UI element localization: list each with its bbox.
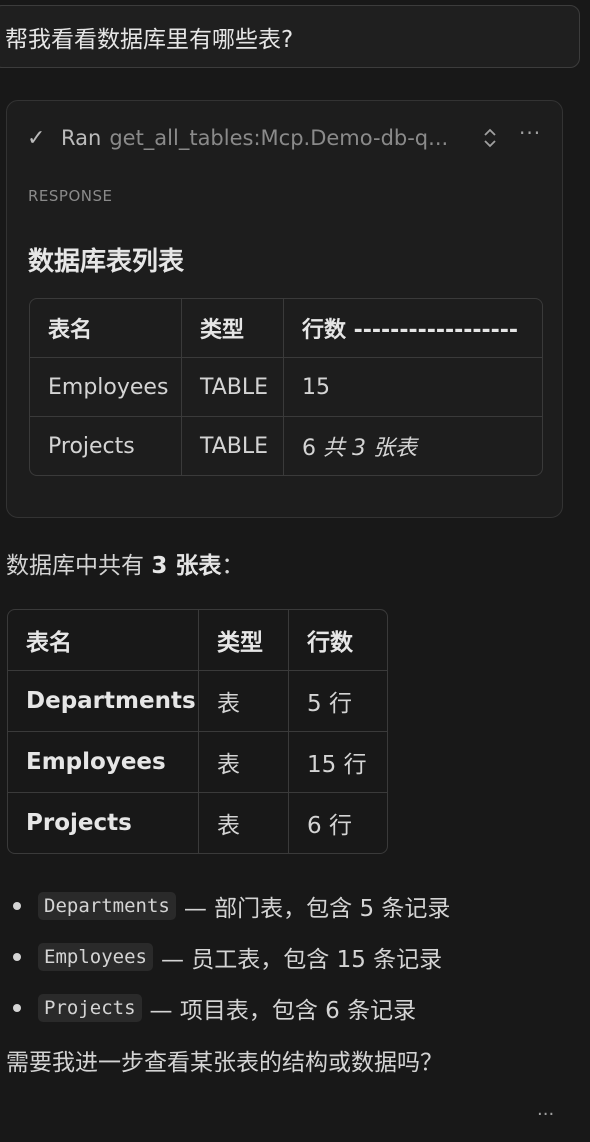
- answer-intro: 数据库中共有 3 张表：: [6, 553, 245, 579]
- table-row: Departments 表 5 行: [8, 671, 387, 732]
- bullet-icon: [13, 1004, 21, 1012]
- more-options-icon[interactable]: ···: [519, 121, 541, 145]
- column-header: 表名: [8, 610, 199, 671]
- column-header: 行数 ------------------: [284, 299, 542, 358]
- table-cell: 表: [199, 732, 289, 793]
- tool-name: get_all_tables:Mcp.Demo-db-q...: [109, 126, 449, 150]
- inline-code: Departments: [38, 891, 176, 920]
- row-count: 6: [302, 436, 316, 461]
- table-description-list: Departments — 部门表，包含 5 条记录 Employees — 员…: [0, 880, 450, 1033]
- response-title: 数据库表列表: [28, 247, 185, 277]
- tool-call-header[interactable]: ✓ Ran get_all_tables:Mcp.Demo-db-q... ··…: [27, 121, 542, 155]
- response-table: 表名 类型 行数 ------------------ Employees TA…: [29, 298, 543, 476]
- column-header: 表名: [30, 299, 182, 358]
- column-header: 行数: [289, 610, 387, 671]
- table-cell: 6 行: [307, 813, 352, 839]
- table-cell: Departments: [8, 671, 199, 732]
- table-cell: 15 行: [289, 732, 387, 793]
- list-item-text: — 部门表，包含 5 条记录: [183, 895, 451, 922]
- table-cell: 6 共 3 张表: [284, 417, 542, 475]
- column-header: 类型: [182, 299, 284, 358]
- list-item-text: — 项目表，包含 6 条记录: [149, 997, 417, 1024]
- table-cell: Projects: [8, 793, 199, 853]
- tables-summary-table: 表名 类型 行数 Departments 表 5 行 Employees 表 1…: [7, 609, 388, 854]
- list-item: Projects — 项目表，包含 6 条记录: [0, 982, 450, 1033]
- table-cell: Projects: [30, 417, 182, 475]
- table-row: Employees 表 15 行: [8, 732, 387, 793]
- table-row: Projects TABLE 6 共 3 张表: [30, 417, 542, 475]
- table-row: Employees TABLE 15: [30, 358, 542, 417]
- table-cell: 15: [284, 358, 542, 417]
- table-cell: Employees: [8, 732, 199, 793]
- list-item: Departments — 部门表，包含 5 条记录: [0, 880, 450, 931]
- list-item-text: — 员工表，包含 15 条记录: [160, 946, 443, 973]
- table-header-row: 表名 类型 行数 ------------------: [30, 299, 542, 358]
- table-cell: 5 行: [289, 671, 387, 732]
- table-summary-note: 共 3 张表: [323, 436, 417, 461]
- user-prompt-bubble[interactable]: 帮我看看数据库里有哪些表?: [0, 5, 580, 68]
- chat-panel: 帮我看看数据库里有哪些表? ✓ Ran get_all_tables:Mcp.D…: [0, 0, 590, 1142]
- table-header-row: 表名 类型 行数: [8, 610, 387, 671]
- bullet-icon: [13, 902, 21, 910]
- table-cell: Employees: [30, 358, 182, 417]
- table-cell: TABLE: [182, 358, 284, 417]
- list-item: Employees — 员工表，包含 15 条记录: [0, 931, 450, 982]
- table-cell: TABLE: [182, 417, 284, 475]
- ran-label: Ran: [61, 126, 102, 150]
- inline-code: Projects: [38, 993, 142, 1022]
- bullet-icon: [13, 953, 21, 961]
- column-header: 类型: [199, 610, 289, 671]
- response-label: RESPONSE: [28, 187, 113, 205]
- table-row: Projects 表 6 行: [8, 793, 387, 853]
- message-actions-icon[interactable]: ···: [537, 1104, 554, 1125]
- expand-collapse-icon[interactable]: [482, 127, 498, 149]
- user-prompt-text: 帮我看看数据库里有哪些表?: [5, 26, 294, 53]
- table-cell: 表: [199, 671, 289, 732]
- followup-question: 需要我进一步查看某张表的结构或数据吗？: [6, 1050, 443, 1076]
- tool-call-card: ✓ Ran get_all_tables:Mcp.Demo-db-q... ··…: [6, 100, 563, 518]
- inline-code: Employees: [38, 942, 153, 971]
- table-cell: 表: [199, 793, 289, 853]
- table-count: 3 张表: [151, 553, 222, 579]
- check-icon: ✓: [27, 125, 46, 151]
